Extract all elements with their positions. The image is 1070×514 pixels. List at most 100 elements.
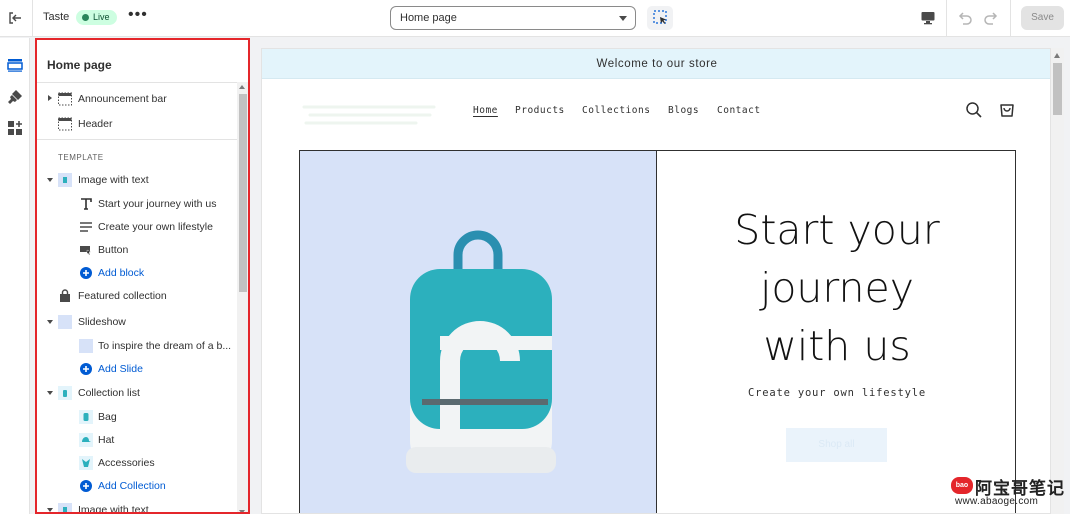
section-image-with-text-2[interactable]: Image with text (37, 499, 237, 514)
section-featured-collection[interactable]: Featured collection (37, 285, 237, 307)
section-label: Image with text (78, 504, 149, 514)
block-slide[interactable]: To inspire the dream of a b... (37, 335, 237, 357)
sections-icon[interactable] (6, 56, 24, 74)
add-collection-button[interactable]: Add Collection (37, 475, 237, 497)
block-label: Button (98, 244, 129, 256)
block-label: To inspire the dream of a b... (98, 340, 232, 352)
collection-list-icon (58, 386, 72, 400)
announcement-bar: Welcome to our store (262, 49, 1050, 79)
scrollbar-thumb[interactable] (1053, 63, 1062, 115)
watermark-url: www.abaoge.com (955, 496, 1039, 507)
block-heading[interactable]: Start your journey with us (37, 193, 237, 215)
sections-panel: Home page Announcement bar Header TEMPLA… (35, 38, 250, 514)
block-collection-hat[interactable]: Hat (37, 429, 237, 451)
collapse-caret-icon[interactable] (47, 178, 53, 182)
divider (946, 0, 947, 37)
block-button[interactable]: Button (37, 239, 237, 261)
preview-scrollbar[interactable] (1051, 48, 1064, 514)
section-slideshow[interactable]: Slideshow (37, 311, 237, 333)
section-header[interactable]: Header (37, 113, 237, 135)
more-actions-button[interactable]: ••• (128, 6, 148, 24)
scroll-up-arrow-icon[interactable] (1054, 53, 1060, 58)
add-label: Add block (98, 267, 145, 279)
plus-circle-icon (80, 363, 92, 375)
cart-icon[interactable] (998, 101, 1016, 119)
exit-icon[interactable] (7, 10, 23, 26)
desktop-view-icon[interactable] (920, 10, 936, 26)
hero-image[interactable] (300, 151, 657, 513)
hero-heading-line: journey (759, 264, 915, 312)
hero-heading: Start your journey with us (692, 201, 982, 375)
divider (37, 82, 237, 83)
divider (1010, 0, 1011, 37)
image-with-text-section: Start your journey with us Create your o… (299, 150, 1016, 513)
bag-thumbnail-icon (79, 410, 93, 424)
app-embeds-icon[interactable] (6, 119, 24, 137)
block-label: Start your journey with us (98, 198, 217, 210)
top-bar: Taste Live ••• Home page Save (0, 0, 1070, 37)
undo-icon[interactable] (956, 9, 974, 27)
panel-title: Home page (47, 58, 112, 72)
image-with-text-icon (58, 503, 72, 512)
theme-settings-brush-icon[interactable] (6, 88, 24, 106)
block-collection-bag[interactable]: Bag (37, 406, 237, 428)
block-collection-accessories[interactable]: Accessories (37, 452, 237, 474)
section-announcement-bar[interactable]: Announcement bar (37, 88, 237, 110)
add-label: Add Collection (98, 480, 166, 492)
chevron-down-icon (619, 16, 627, 21)
button-block-icon (80, 246, 92, 256)
backpack-image (406, 230, 556, 473)
block-label: Bag (98, 411, 117, 423)
nav-link-products[interactable]: Products (515, 105, 565, 116)
watermark-logo: bao (951, 477, 973, 494)
shopping-bag-icon (60, 289, 70, 302)
collapse-caret-icon[interactable] (47, 508, 53, 512)
block-label: Create your own lifestyle (98, 221, 213, 233)
page-selector-value: Home page (400, 12, 457, 24)
scroll-down-arrow-icon[interactable] (239, 510, 245, 512)
section-label: Header (78, 118, 113, 130)
save-button[interactable]: Save (1021, 6, 1064, 30)
search-icon[interactable] (965, 101, 983, 119)
plus-circle-icon (80, 480, 92, 492)
store-logo[interactable] (300, 95, 440, 135)
header-section-icon (58, 117, 72, 131)
add-slide-button[interactable]: Add Slide (37, 358, 237, 380)
hero-heading-line: Start your (734, 206, 940, 254)
nav-link-collections[interactable]: Collections (582, 105, 650, 116)
panel-scrollbar[interactable] (237, 82, 248, 512)
watermark: bao 阿宝哥笔记 www.abaoge.com (951, 472, 1067, 512)
section-image-with-text[interactable]: Image with text (37, 169, 237, 191)
collapse-caret-icon[interactable] (47, 391, 53, 395)
hat-thumbnail-icon (79, 433, 93, 447)
nav-link-contact[interactable]: Contact (717, 105, 761, 116)
scrollbar-thumb[interactable] (239, 94, 247, 292)
scroll-up-arrow-icon[interactable] (239, 85, 245, 89)
block-label: Accessories (98, 457, 155, 469)
nav-link-blogs[interactable]: Blogs (668, 105, 699, 116)
collapse-caret-icon[interactable] (47, 320, 53, 324)
section-label: Collection list (78, 387, 140, 399)
divider (32, 0, 33, 37)
inspector-toggle-button[interactable] (647, 6, 673, 30)
redo-icon[interactable] (982, 9, 1000, 27)
inspector-cursor-icon (653, 10, 667, 24)
section-label: Image with text (78, 174, 149, 186)
section-collection-list[interactable]: Collection list (37, 382, 237, 404)
nav-link-home[interactable]: Home (473, 105, 498, 116)
slideshow-icon (58, 315, 72, 329)
block-label: Hat (98, 434, 115, 446)
theme-name: Taste (43, 11, 70, 23)
section-label: Announcement bar (78, 93, 167, 105)
divider (37, 139, 237, 140)
hero-cta-button[interactable]: Shop all (786, 428, 887, 462)
image-with-text-icon (58, 173, 72, 187)
live-status-badge: Live (76, 10, 117, 25)
block-text[interactable]: Create your own lifestyle (37, 216, 237, 238)
add-block-button[interactable]: Add block (37, 262, 237, 284)
add-label: Add Slide (98, 363, 143, 375)
expand-caret-icon[interactable] (48, 95, 52, 101)
text-t-icon (81, 198, 92, 210)
page-selector[interactable]: Home page (390, 6, 636, 30)
slide-thumbnail-icon (79, 339, 93, 353)
